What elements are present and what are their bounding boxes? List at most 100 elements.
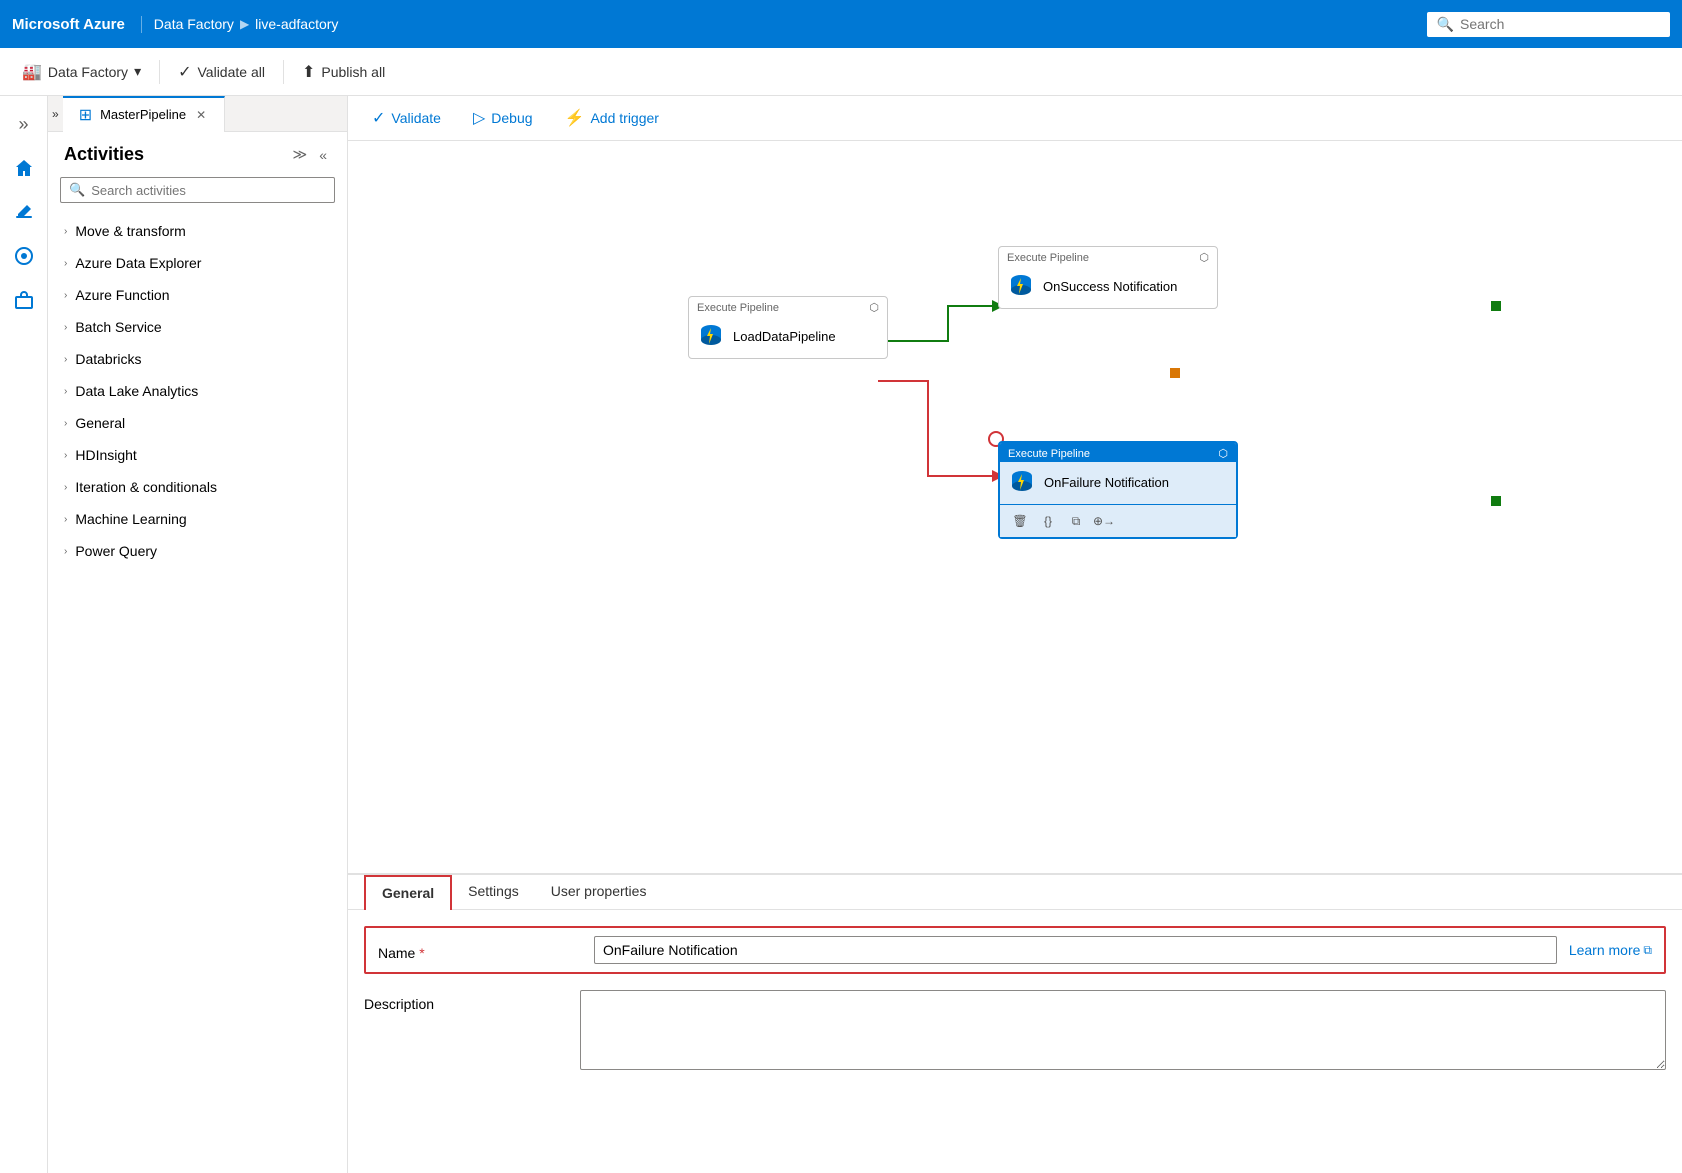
property-content: Name * Learn more ⧉ Description bbox=[348, 910, 1682, 1173]
toolbar-divider-1 bbox=[159, 60, 160, 84]
external-link-icon: ⧉ bbox=[1643, 943, 1652, 958]
activity-label: Azure Data Explorer bbox=[75, 255, 201, 271]
validate-label: Validate bbox=[391, 110, 441, 126]
edit-btn[interactable] bbox=[4, 192, 44, 232]
left-expand-btn[interactable]: » bbox=[48, 103, 63, 125]
node-success-body: OnSuccess Notification bbox=[999, 266, 1217, 308]
left-icon-bar: » bbox=[0, 96, 48, 1173]
toolbar-divider-2 bbox=[283, 60, 284, 84]
name-input[interactable] bbox=[594, 936, 1557, 964]
pipeline-tab[interactable]: ⊞ MasterPipeline ✕ bbox=[63, 96, 225, 132]
tab-user-properties[interactable]: User properties bbox=[535, 875, 663, 909]
node-failure-label: OnFailure Notification bbox=[1044, 475, 1169, 490]
pipeline-tab-name: MasterPipeline bbox=[100, 107, 186, 122]
debug-btn[interactable]: ▷ Debug bbox=[465, 104, 541, 132]
node-code-btn[interactable]: {} bbox=[1036, 509, 1060, 533]
activities-search-box[interactable]: 🔍 bbox=[60, 177, 335, 203]
expand-all-btn[interactable]: ≫ bbox=[289, 144, 312, 165]
validate-checkmark-icon: ✓ bbox=[372, 108, 385, 128]
add-trigger-btn[interactable]: ⚡ Add trigger bbox=[557, 104, 667, 132]
activity-label: Batch Service bbox=[75, 319, 161, 335]
top-navbar: Microsoft Azure Data Factory ▶ live-adfa… bbox=[0, 0, 1682, 48]
breadcrumb-data-factory[interactable]: Data Factory bbox=[154, 16, 234, 32]
activity-item-hdinsight[interactable]: › HDInsight bbox=[48, 439, 347, 471]
node-copy-btn[interactable]: ⧉ bbox=[1064, 509, 1088, 533]
content-area: ✓ Validate ▷ Debug ⚡ Add trigger bbox=[348, 96, 1682, 1173]
second-toolbar: 🏭 Data Factory ▾ ✓ Validate all ⬆ Publis… bbox=[0, 48, 1682, 96]
chevron-icon: › bbox=[64, 226, 67, 237]
description-label: Description bbox=[364, 990, 564, 1012]
global-search-box[interactable]: 🔍 bbox=[1427, 12, 1670, 37]
breadcrumb-factory-name: live-adfactory bbox=[255, 16, 338, 32]
node-external-link-icon[interactable]: ⬡ bbox=[1199, 251, 1209, 264]
activity-label: HDInsight bbox=[75, 447, 136, 463]
collapse-expand-btn[interactable]: » bbox=[4, 104, 44, 144]
node-failure-icon bbox=[1008, 468, 1036, 496]
tab-general[interactable]: General bbox=[364, 875, 452, 910]
node-load-data-label: LoadDataPipeline bbox=[733, 329, 836, 344]
node-on-failure[interactable]: Execute Pipeline ⬡ OnFailure N bbox=[998, 441, 1238, 539]
activity-item-azure-function[interactable]: › Azure Function bbox=[48, 279, 347, 311]
activity-item-data-lake-analytics[interactable]: › Data Lake Analytics bbox=[48, 375, 347, 407]
chevron-icon: › bbox=[64, 290, 67, 301]
data-factory-btn[interactable]: 🏭 Data Factory ▾ bbox=[12, 56, 151, 88]
validate-btn[interactable]: ✓ Validate bbox=[364, 104, 449, 132]
pipeline-canvas[interactable]: Execute Pipeline ⬡ bbox=[348, 141, 1682, 873]
pipeline-tab-icon: ⊞ bbox=[79, 105, 92, 125]
split-pane: Execute Pipeline ⬡ bbox=[348, 141, 1682, 1173]
description-input[interactable] bbox=[580, 990, 1666, 1070]
publish-icon: ⬆ bbox=[302, 62, 315, 82]
node-load-data-body: LoadDataPipeline bbox=[689, 316, 887, 358]
activity-item-power-query[interactable]: › Power Query bbox=[48, 535, 347, 567]
trigger-icon: ⚡ bbox=[565, 108, 585, 128]
node-external-link-icon[interactable]: ⬡ bbox=[1218, 447, 1228, 460]
activity-item-move-transform[interactable]: › Move & transform bbox=[48, 215, 347, 247]
brand-logo: Microsoft Azure bbox=[12, 16, 142, 33]
global-search-input[interactable] bbox=[1460, 16, 1660, 32]
activity-item-databricks[interactable]: › Databricks bbox=[48, 343, 347, 375]
data-factory-icon: 🏭 bbox=[22, 62, 42, 82]
chevron-icon: › bbox=[64, 450, 67, 461]
debug-label: Debug bbox=[491, 110, 532, 126]
node-on-success[interactable]: Execute Pipeline ⬡ OnSuccess N bbox=[998, 246, 1218, 309]
property-panel: General Settings User properties Name * … bbox=[348, 873, 1682, 1173]
collapse-all-btn[interactable]: « bbox=[315, 144, 331, 165]
activity-label: Machine Learning bbox=[75, 511, 186, 527]
activity-label: Databricks bbox=[75, 351, 141, 367]
node-load-data[interactable]: Execute Pipeline ⬡ bbox=[688, 296, 888, 359]
activities-panel: » ⊞ MasterPipeline ✕ Activities ≫ « 🔍 › … bbox=[48, 96, 348, 1173]
activity-item-general[interactable]: › General bbox=[48, 407, 347, 439]
node-add-activity-btn[interactable]: ⊕→ bbox=[1092, 509, 1116, 533]
node-pipeline-icon bbox=[697, 322, 725, 350]
name-label: Name * bbox=[378, 939, 578, 961]
briefcase-btn[interactable] bbox=[4, 280, 44, 320]
breadcrumb-arrow: ▶ bbox=[240, 17, 249, 31]
add-trigger-label: Add trigger bbox=[590, 110, 658, 126]
dropdown-icon: ▾ bbox=[134, 63, 141, 80]
activity-list: › Move & transform › Azure Data Explorer… bbox=[48, 215, 347, 1173]
activity-item-azure-data-explorer[interactable]: › Azure Data Explorer bbox=[48, 247, 347, 279]
chevron-icon: › bbox=[64, 546, 67, 557]
activity-item-machine-learning[interactable]: › Machine Learning bbox=[48, 503, 347, 535]
pipeline-tab-close[interactable]: ✕ bbox=[194, 106, 208, 124]
name-field-wrapper: Learn more ⧉ bbox=[594, 936, 1652, 964]
validate-all-label: Validate all bbox=[198, 64, 265, 80]
validate-icon: ✓ bbox=[178, 62, 191, 82]
validate-all-btn[interactable]: ✓ Validate all bbox=[168, 56, 275, 88]
publish-all-btn[interactable]: ⬆ Publish all bbox=[292, 56, 395, 88]
activity-item-iteration-conditionals[interactable]: › Iteration & conditionals bbox=[48, 471, 347, 503]
chevron-icon: › bbox=[64, 482, 67, 493]
node-delete-btn[interactable]: 🗑 bbox=[1008, 509, 1032, 533]
main-layout: » » bbox=[0, 96, 1682, 1173]
monitor-btn[interactable] bbox=[4, 236, 44, 276]
activities-search-input[interactable] bbox=[91, 183, 326, 198]
activity-label: Azure Function bbox=[75, 287, 169, 303]
activity-label: Data Lake Analytics bbox=[75, 383, 198, 399]
node-failure-body: OnFailure Notification bbox=[1000, 462, 1236, 504]
activity-item-batch-service[interactable]: › Batch Service bbox=[48, 311, 347, 343]
home-btn[interactable] bbox=[4, 148, 44, 188]
node-external-link-icon[interactable]: ⬡ bbox=[869, 301, 879, 314]
learn-more-link[interactable]: Learn more ⧉ bbox=[1569, 942, 1652, 958]
activities-title: Activities bbox=[64, 144, 144, 165]
tab-settings[interactable]: Settings bbox=[452, 875, 535, 909]
